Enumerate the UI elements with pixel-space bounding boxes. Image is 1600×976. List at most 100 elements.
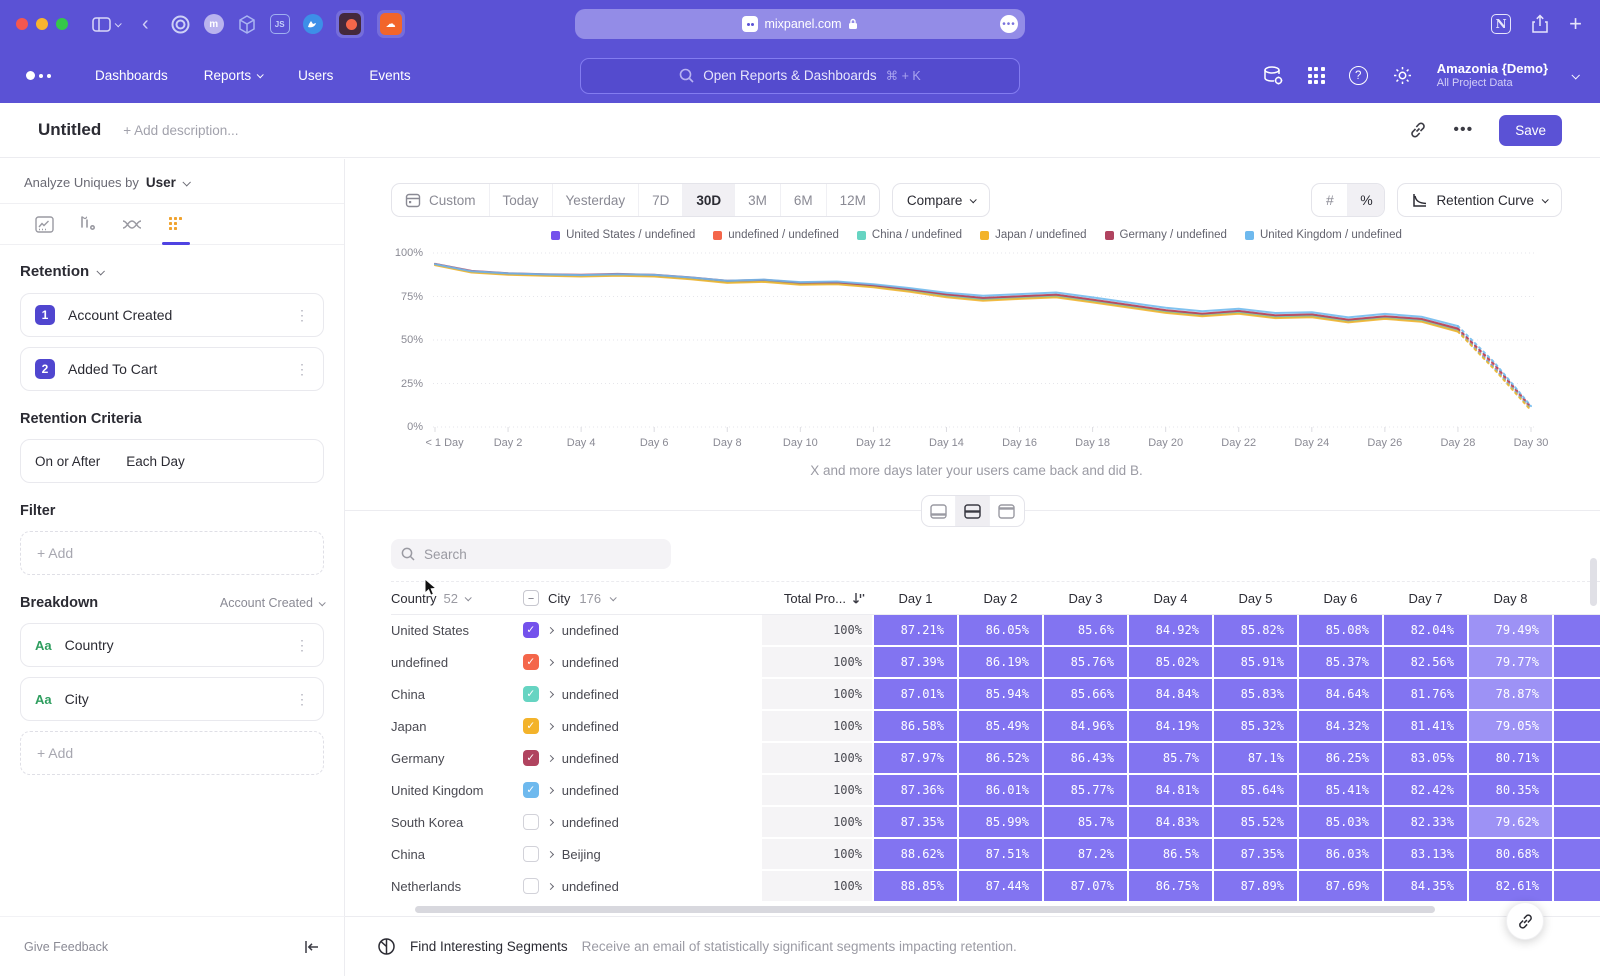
retention-cell[interactable]: 85.76% [1044, 647, 1127, 677]
retention-cell[interactable]: 81.76% [1384, 679, 1467, 709]
legend-item[interactable]: United Kingdom / undefined [1245, 229, 1402, 241]
tab-retention[interactable] [154, 204, 198, 244]
expand-row-icon[interactable] [547, 754, 554, 761]
column-header-city[interactable]: –City176 [523, 590, 763, 606]
retention-cell[interactable]: 86.58% [874, 711, 957, 741]
retention-cell[interactable]: 85.41% [1299, 775, 1382, 805]
retention-cell[interactable]: 87.36% [874, 775, 957, 805]
retention-cell[interactable]: 82.04% [1384, 615, 1467, 645]
retention-cell[interactable]: 82.33% [1384, 807, 1467, 837]
column-header-day-6[interactable]: Day 6 [1298, 591, 1383, 606]
number-format-button[interactable]: # [1312, 184, 1348, 216]
retention-cell[interactable]: 85.7% [1044, 807, 1127, 837]
compare-button[interactable]: Compare [892, 183, 991, 217]
retention-cell[interactable]: 85.6% [1044, 615, 1127, 645]
legend-item[interactable]: Japan / undefined [980, 229, 1086, 241]
expand-row-icon[interactable] [547, 850, 554, 857]
retention-cell[interactable]: 85.77% [1044, 775, 1127, 805]
new-tab-icon[interactable]: + [1569, 13, 1582, 35]
layout-table-only-button[interactable] [990, 496, 1024, 526]
legend-item[interactable]: Germany / undefined [1105, 229, 1227, 241]
m-avatar-favicon[interactable]: m [204, 14, 224, 34]
nav-item-users[interactable]: Users [298, 68, 333, 83]
js-favicon[interactable]: JS [270, 14, 290, 34]
column-header-day-7[interactable]: Day 7 [1383, 591, 1468, 606]
expand-row-icon[interactable] [547, 690, 554, 697]
retention-cell[interactable]: 80.68% [1469, 839, 1552, 869]
row-checkbox[interactable] [523, 846, 539, 862]
retention-cell[interactable]: 87.35% [1214, 839, 1297, 869]
retention-cell[interactable]: 86.43% [1044, 743, 1127, 773]
retention-cell[interactable]: 85.49% [959, 711, 1042, 741]
retention-cell[interactable]: 85.94% [959, 679, 1042, 709]
retention-cell[interactable]: 87.1% [1214, 743, 1297, 773]
add-description[interactable]: + Add description... [123, 123, 238, 138]
row-checkbox[interactable]: ✓ [523, 654, 539, 670]
retention-cell[interactable]: 86.75% [1129, 871, 1212, 901]
retention-cell[interactable]: 86.03% [1299, 839, 1382, 869]
retention-cell[interactable]: 87.2% [1044, 839, 1127, 869]
retention-cell[interactable]: 84.83% [1129, 807, 1212, 837]
sort-descending-icon[interactable] [852, 591, 865, 605]
kebab-menu-icon[interactable]: ⋮ [295, 637, 309, 654]
retention-cell[interactable]: 80.35% [1469, 775, 1552, 805]
minimize-window-button[interactable] [36, 18, 48, 30]
step-event-name[interactable]: Added To Cart [68, 361, 157, 377]
table-row[interactable]: United Kingdom✓undefined100%87.36%86.01%… [391, 775, 1600, 805]
row-checkbox[interactable]: ✓ [523, 750, 539, 766]
share-icon[interactable] [1531, 14, 1549, 34]
retention-cell[interactable]: 85.99% [959, 807, 1042, 837]
retention-cell[interactable]: 79.62% [1469, 807, 1552, 837]
range-30d[interactable]: 30D [683, 184, 735, 216]
retention-cell[interactable]: 85.32% [1214, 711, 1297, 741]
step-event-name[interactable]: Account Created [68, 307, 172, 323]
give-feedback-link[interactable]: Give Feedback [24, 940, 108, 954]
range-yesterday[interactable]: Yesterday [553, 184, 640, 216]
retention-cell[interactable]: 86.01% [959, 775, 1042, 805]
tab-funnels[interactable] [66, 204, 110, 244]
criteria-condition[interactable]: On or After [35, 454, 100, 469]
analyze-value[interactable]: User [146, 175, 176, 190]
retention-cell[interactable]: 87.51% [959, 839, 1042, 869]
table-row[interactable]: China✓undefined100%87.01%85.94%85.66%84.… [391, 679, 1600, 709]
retention-cell[interactable]: 85.83% [1214, 679, 1297, 709]
retention-cell[interactable]: 83.05% [1384, 743, 1467, 773]
retention-cell[interactable]: 85.64% [1214, 775, 1297, 805]
tab-insights[interactable] [22, 204, 66, 244]
tab-flows[interactable] [110, 204, 154, 244]
range-today[interactable]: Today [490, 184, 553, 216]
add-filter-button[interactable]: + Add [20, 531, 324, 575]
page-title[interactable]: Untitled [38, 120, 101, 140]
nav-item-dashboards[interactable]: Dashboards [95, 68, 168, 83]
retention-criteria-card[interactable]: On or After Each Day [20, 439, 324, 483]
column-header-day-5[interactable]: Day 5 [1213, 591, 1298, 606]
retention-cell[interactable]: 85.52% [1214, 807, 1297, 837]
expand-row-icon[interactable] [547, 626, 554, 633]
column-header-total[interactable]: Total Pro... [763, 591, 873, 606]
bird-favicon[interactable] [303, 14, 323, 34]
retention-cell[interactable]: 81.41% [1384, 711, 1467, 741]
retention-cell[interactable]: 84.35% [1384, 871, 1467, 901]
expand-row-icon[interactable] [547, 722, 554, 729]
range-12m[interactable]: 12M [827, 184, 879, 216]
vertical-scrollbar[interactable] [1590, 558, 1597, 606]
share-link-floating-button[interactable] [1506, 902, 1544, 940]
breakdown-card-country[interactable]: Aa Country ⋮ [20, 623, 324, 667]
retention-cell[interactable]: 86.25% [1299, 743, 1382, 773]
retention-cell[interactable]: 84.19% [1129, 711, 1212, 741]
table-row[interactable]: South Koreaundefined100%87.35%85.99%85.7… [391, 807, 1600, 837]
retention-cell[interactable]: 84.81% [1129, 775, 1212, 805]
breakdown-event-selector[interactable]: Account Created [220, 596, 324, 610]
retention-cell[interactable]: 84.92% [1129, 615, 1212, 645]
percent-format-button[interactable]: % [1348, 184, 1384, 216]
expand-row-icon[interactable] [547, 818, 554, 825]
retention-cell[interactable]: 85.02% [1129, 647, 1212, 677]
row-checkbox[interactable]: ✓ [523, 782, 539, 798]
table-row[interactable]: Germany✓undefined100%87.97%86.52%86.43%8… [391, 743, 1600, 773]
table-search-input[interactable]: Search [391, 539, 671, 569]
retention-cell[interactable]: 87.35% [874, 807, 957, 837]
patreon-favicon[interactable] [336, 10, 364, 38]
layout-chart-only-button[interactable] [922, 496, 956, 526]
retention-cell[interactable]: 79.77% [1469, 647, 1552, 677]
kebab-menu-icon[interactable]: ⋮ [295, 361, 309, 378]
